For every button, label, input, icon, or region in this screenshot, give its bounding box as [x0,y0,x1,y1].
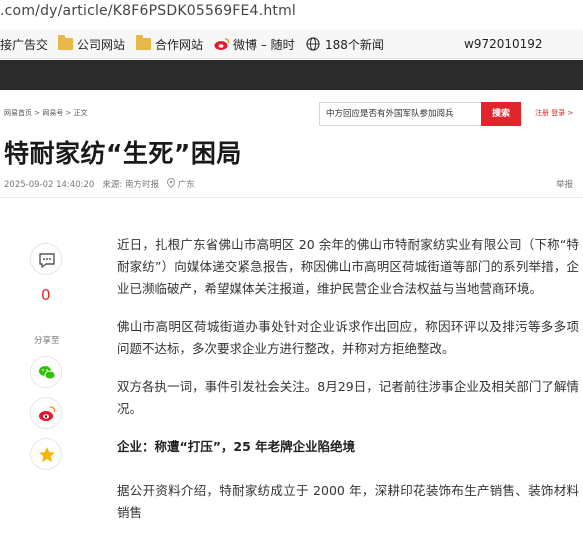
article-paragraph: 佛山市高明区荷城街道办事处针对企业诉求作出回应，称因环评以及排污等多多项问题不达… [117,319,579,356]
bookmark-label: 微博 – 随时 [233,37,295,52]
wechat-icon [39,366,56,380]
report-link[interactable]: 举报 [556,178,573,190]
search-button[interactable]: 搜索 [481,102,521,126]
url-text[interactable]: .com/dy/article/K8F6PSDK05569FE4.html [0,3,296,19]
article-paragraph: 近日，扎根广东省佛山市高明区 20 余年的佛山市特耐家纺实业有限公司（下称“特耐… [117,237,579,296]
bookmark-label: 公司网站 [77,37,126,52]
bookmark-label: 188个新闻 [325,37,384,52]
source-link[interactable]: 南方时报 [125,180,159,190]
folder-icon [58,35,73,50]
article-body: 近日，扎根广东省佛山市高明区 20 余年的佛山市特耐家纺实业有限公司（下称“特耐… [117,234,579,540]
article-paragraph: 双方各执一词，事件引发社会关注。8月29日，记者前往涉事企业及相关部门了解情况。 [117,379,579,416]
bookmark-weibo[interactable]: 微博 – 随时 [214,35,295,53]
header-divider [0,197,583,198]
bookmark-label: 合作网站 [155,37,204,52]
weibo-icon [214,38,230,50]
comment-icon [39,253,55,268]
location: 广东 [177,180,195,190]
bookmark-item[interactable]: 接广告交 [0,35,48,53]
source-label: 来源: [102,180,123,190]
article-meta: 2025-09-02 14:40:20 来源: 南方时报 广东 [4,177,195,190]
user-tag: w972010192 [464,37,543,51]
weibo-icon [39,406,56,421]
comment-count: 0 [41,286,51,304]
bookmark-news[interactable]: 188个新闻 [306,35,384,53]
folder-icon [136,35,151,50]
article-paragraph: 据公开资料介绍，特耐家纺成立于 2000 年，深耕印花装饰布生产销售、装饰材料销… [117,483,579,520]
address-bar[interactable]: .com/dy/article/K8F6PSDK05569FE4.html [0,0,583,28]
bookmark-folder-company[interactable]: 公司网站 [58,35,125,53]
share-label: 分享至 [34,336,60,346]
breadcrumb[interactable]: 网易首页 > 网易号 > 正文 [4,108,88,118]
comment-button[interactable] [30,243,62,275]
bookmark-folder-partner[interactable]: 合作网站 [136,35,203,53]
article-title: 特耐家纺“生死”困局 [4,139,242,168]
share-wechat-button[interactable] [30,356,62,388]
location-icon [167,177,176,189]
star-icon [39,447,55,462]
share-weibo-button[interactable] [30,397,62,429]
login-link[interactable]: 注册 登录 > [535,108,573,118]
article-subheading: 企业：称遭“打压”，25 年老牌企业陷绝境 [117,439,356,454]
bookmarks-bar: 接广告交 公司网站 合作网站 微博 – 随时 188个新闻 w972010192 [0,29,583,59]
bookmark-label: 接广告交 [0,37,49,52]
publish-date: 2025-09-02 14:40:20 [4,180,95,190]
search-input[interactable]: 中方回应是否有外国军队参加阅兵 [319,102,481,126]
share-qzone-button[interactable] [30,438,62,470]
globe-icon [306,37,320,51]
site-top-nav-bar [0,60,583,90]
